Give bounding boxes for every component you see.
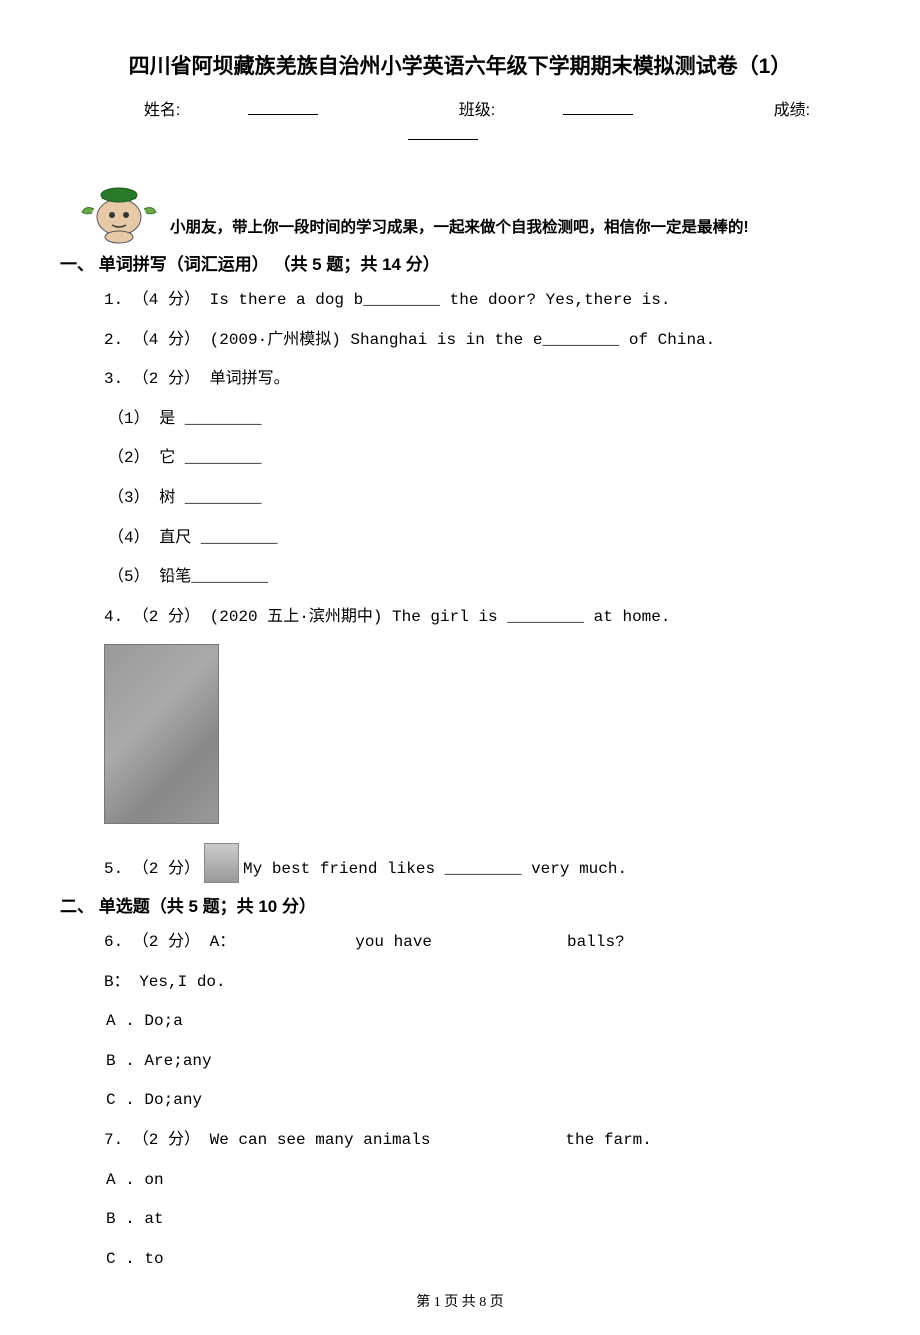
question-3-sub-1[interactable]: （1） 是 ________	[108, 407, 860, 433]
question-5-prefix: 5. （2 分）	[104, 857, 200, 883]
jump-rope-icon	[204, 843, 239, 883]
question-6-option-a[interactable]: A . Do;a	[104, 1009, 860, 1035]
info-line: 姓名: 班级: 成绩:	[60, 98, 860, 149]
question-7-option-c[interactable]: C . to	[104, 1247, 860, 1273]
question-7-option-a[interactable]: A . on	[104, 1168, 860, 1194]
page-footer: 第 1 页 共 8 页	[60, 1292, 860, 1314]
question-6-option-c[interactable]: C . Do;any	[104, 1088, 860, 1114]
question-3-sub-3[interactable]: （3） 树 ________	[108, 486, 860, 512]
mascot-icon	[74, 167, 164, 245]
question-5: 5. （2 分） My best friend likes ________ v…	[104, 843, 860, 883]
question-5-suffix: My best friend likes ________ very much.	[243, 857, 627, 883]
girl-sweeping-image	[104, 644, 219, 824]
question-7-option-b[interactable]: B . at	[104, 1207, 860, 1233]
question-6-option-b[interactable]: B . Are;any	[104, 1049, 860, 1075]
question-2: 2. （4 分） (2009·广州模拟) Shanghai is in the …	[104, 328, 860, 354]
page-title: 四川省阿坝藏族羌族自治州小学英语六年级下学期期末模拟测试卷（1）	[60, 50, 860, 84]
section-2-header: 二、 单选题（共 5 题；共 10 分）	[60, 893, 860, 920]
question-4: 4. （2 分） (2020 五上·滨州期中) The girl is ____…	[104, 605, 860, 631]
section-1-header: 一、 单词拼写（词汇运用） （共 5 题；共 14 分）	[60, 251, 860, 278]
question-7: 7. （2 分） We can see many animalsthe farm…	[104, 1128, 860, 1154]
question-3: 3. （2 分） 单词拼写。	[104, 367, 860, 393]
question-1: 1. （4 分） Is there a dog b________ the do…	[104, 288, 860, 314]
question-3-sub-5[interactable]: （5） 铅笔________	[108, 565, 860, 591]
intro-text: 小朋友，带上你一段时间的学习成果，一起来做个自我检测吧，相信你一定是最棒的!	[164, 216, 860, 245]
class-field[interactable]: 班级:	[425, 102, 667, 119]
question-3-sub-4[interactable]: （4） 直尺 ________	[108, 526, 860, 552]
question-3-sub-2[interactable]: （2） 它 ________	[108, 446, 860, 472]
question-6-b: B： Yes,I do.	[104, 970, 860, 996]
name-field[interactable]: 姓名:	[110, 102, 352, 119]
question-6-a: 6. （2 分） A：you haveballs?	[104, 930, 860, 956]
